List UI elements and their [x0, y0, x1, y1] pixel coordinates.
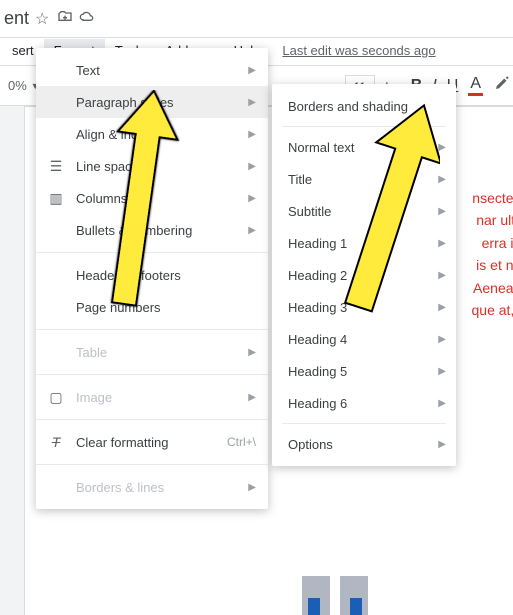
menu-clear-formatting[interactable]: TClear formattingCtrl+\ — [36, 426, 268, 458]
cloud-status-icon[interactable] — [79, 9, 95, 28]
submenu-options[interactable]: Options▶ — [272, 428, 456, 460]
separator — [36, 464, 268, 465]
menu-text[interactable]: Text▶ — [36, 54, 268, 86]
menu-table: Table▶ — [36, 336, 268, 368]
line-spacing-icon: ☰ — [44, 158, 68, 175]
submenu-heading-6[interactable]: Heading 6▶ — [272, 387, 456, 419]
annotation-arrow-2 — [340, 100, 440, 320]
separator — [36, 419, 268, 420]
menu-borders-lines: Borders & lines▶ — [36, 471, 268, 503]
last-edit-link[interactable]: Last edit was seconds ago — [282, 43, 435, 58]
annotation-arrow-1 — [100, 90, 180, 310]
separator — [282, 423, 446, 424]
document-title-partial[interactable]: ent — [2, 8, 29, 29]
highlight-button[interactable] — [493, 74, 511, 97]
separator — [36, 374, 268, 375]
image-icon: ▢ — [44, 389, 68, 406]
clear-formatting-icon: T — [44, 434, 68, 450]
columns-icon: ▥ — [44, 190, 68, 207]
move-icon[interactable] — [57, 9, 73, 28]
submenu-heading-4[interactable]: Heading 4▶ — [272, 323, 456, 355]
menu-image: ▢Image▶ — [36, 381, 268, 413]
text-color-button[interactable]: A — [468, 75, 483, 96]
submenu-heading-5[interactable]: Heading 5▶ — [272, 355, 456, 387]
separator — [36, 329, 268, 330]
star-icon[interactable]: ☆ — [35, 9, 49, 29]
robot-legs-image — [290, 576, 380, 615]
